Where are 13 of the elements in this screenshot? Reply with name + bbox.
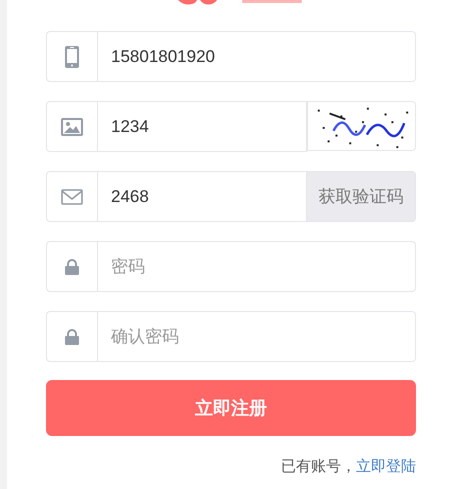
lock-icon <box>65 258 79 274</box>
input-field[interactable]: 1234 <box>98 101 307 152</box>
input-field[interactable]: 密码 <box>98 241 416 292</box>
image-icon <box>61 118 83 136</box>
login-link[interactable]: 立即登陆 <box>356 456 416 478</box>
input-field[interactable]: 确认密码 <box>98 311 416 362</box>
footer-text: 已有账号， <box>281 457 356 477</box>
lock-icon <box>65 328 79 344</box>
phone-icon <box>65 46 79 68</box>
input-field[interactable]: 2468 <box>98 171 307 222</box>
input-field[interactable]: 15801801920 <box>98 31 416 82</box>
get-code-button[interactable]: 获取验证码 <box>307 171 416 222</box>
envelope-icon <box>61 188 83 204</box>
